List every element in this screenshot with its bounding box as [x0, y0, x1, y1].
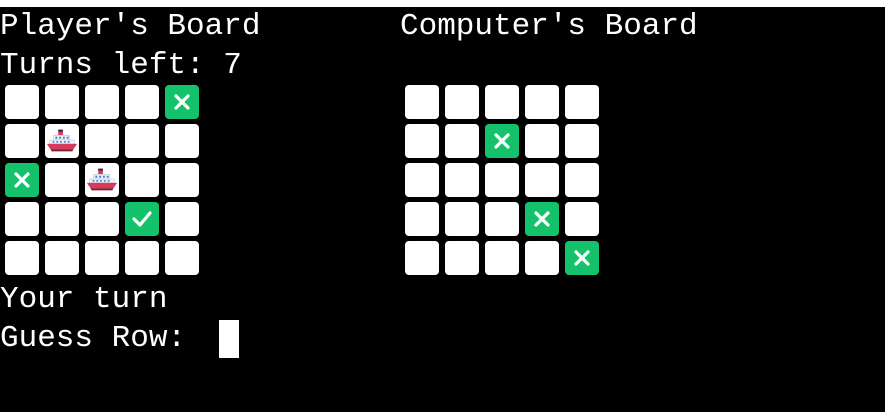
computer-board-cell-r2-c3[interactable]	[485, 124, 519, 158]
player-board-cell-r2-c3	[85, 124, 119, 158]
computer-board-cell-r3-c5[interactable]	[565, 163, 599, 197]
computer-board-cell-r2-c5[interactable]	[565, 124, 599, 158]
computer-board-cell-r3-c4[interactable]	[525, 163, 559, 197]
player-board-cell-r4-c1	[5, 202, 39, 236]
ship-icon	[86, 168, 118, 191]
player-board-cell-r3-c3	[85, 163, 119, 197]
computer-board-cell-r5-c2[interactable]	[445, 241, 479, 275]
player-board-grid	[5, 85, 199, 275]
player-board-cell-r5-c5	[165, 241, 199, 275]
terminal-top-border	[0, 0, 885, 7]
player-board-cell-r4-c5	[165, 202, 199, 236]
player-board-cell-r2-c1	[5, 124, 39, 158]
player-board-cell-r3-c2	[45, 163, 79, 197]
computer-board-cell-r4-c5[interactable]	[565, 202, 599, 236]
cross-mark-icon	[574, 250, 590, 266]
computer-board-title: Computer's Board	[400, 9, 698, 44]
player-board-cell-r5-c2	[45, 241, 79, 275]
computer-board-cell-r2-c1[interactable]	[405, 124, 439, 158]
player-board-cell-r4-c2	[45, 202, 79, 236]
cross-mark-icon	[534, 211, 550, 227]
player-board-cell-r5-c1	[5, 241, 39, 275]
cross-mark-icon	[494, 133, 510, 149]
guess-row-prompt: Guess Row:	[0, 321, 205, 356]
player-board-cell-r2-c5	[165, 124, 199, 158]
player-board-cell-r5-c3	[85, 241, 119, 275]
computer-board-cell-r5-c4[interactable]	[525, 241, 559, 275]
player-board-cell-r5-c4	[125, 241, 159, 275]
computer-board-cell-r2-c2[interactable]	[445, 124, 479, 158]
player-board-cell-r1-c4	[125, 85, 159, 119]
computer-board-cell-r4-c2[interactable]	[445, 202, 479, 236]
computer-board-cell-r3-c2[interactable]	[445, 163, 479, 197]
computer-board-cell-r5-c5[interactable]	[565, 241, 599, 275]
player-board-cell-r1-c2	[45, 85, 79, 119]
turn-message: Your turn	[0, 282, 168, 317]
player-board-cell-r2-c2	[45, 124, 79, 158]
computer-board-grid[interactable]	[405, 85, 599, 275]
cross-mark-icon	[14, 172, 30, 188]
computer-board-cell-r1-c1[interactable]	[405, 85, 439, 119]
computer-board-cell-r5-c1[interactable]	[405, 241, 439, 275]
player-board-cell-r1-c5	[165, 85, 199, 119]
player-board-cell-r1-c3	[85, 85, 119, 119]
computer-board-cell-r3-c3[interactable]	[485, 163, 519, 197]
computer-board-cell-r4-c4[interactable]	[525, 202, 559, 236]
computer-board-cell-r3-c1[interactable]	[405, 163, 439, 197]
computer-board-cell-r1-c5[interactable]	[565, 85, 599, 119]
computer-board-cell-r1-c2[interactable]	[445, 85, 479, 119]
check-mark-icon	[132, 211, 152, 227]
player-board-title: Player's Board	[0, 9, 261, 44]
computer-board-cell-r4-c1[interactable]	[405, 202, 439, 236]
player-board-cell-r2-c4	[125, 124, 159, 158]
player-board-cell-r1-c1	[5, 85, 39, 119]
computer-board-cell-r1-c3[interactable]	[485, 85, 519, 119]
computer-board-cell-r1-c4[interactable]	[525, 85, 559, 119]
player-board-cell-r4-c3	[85, 202, 119, 236]
player-board-cell-r3-c5	[165, 163, 199, 197]
computer-board-cell-r5-c3[interactable]	[485, 241, 519, 275]
computer-board-cell-r2-c4[interactable]	[525, 124, 559, 158]
text-cursor[interactable]	[219, 320, 239, 358]
player-board-cell-r3-c1	[5, 163, 39, 197]
computer-board-cell-r4-c3[interactable]	[485, 202, 519, 236]
player-board-cell-r4-c4	[125, 202, 159, 236]
player-board-cell-r3-c4	[125, 163, 159, 197]
turns-left-text: Turns left: 7	[0, 48, 242, 83]
cross-mark-icon	[174, 94, 190, 110]
ship-icon	[46, 129, 78, 152]
